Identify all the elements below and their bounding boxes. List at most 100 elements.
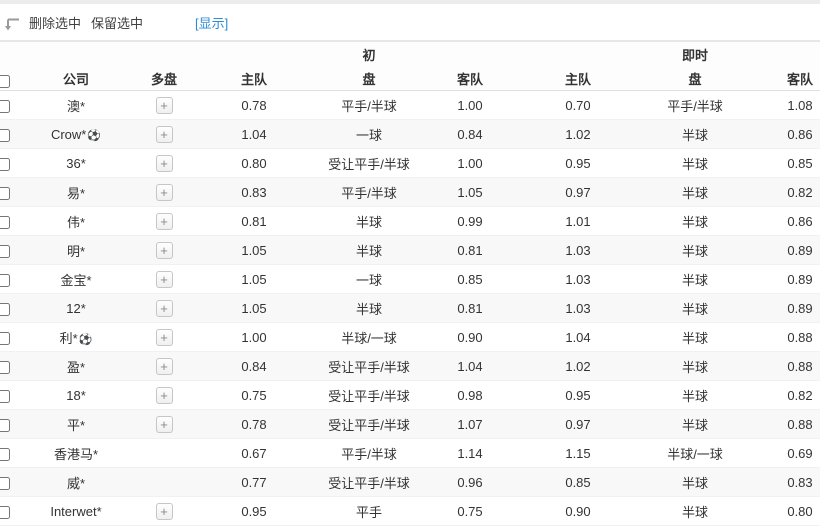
live-handicap: 半球 [640, 206, 750, 236]
add-handicap-button[interactable]: + [155, 241, 173, 259]
row-checkbox-cell [0, 119, 18, 149]
live-handicap: 半球 [640, 264, 750, 294]
table-row: 平* + 0.78 受让平手/半球 1.07 0.97 半球 0.88 [0, 409, 820, 439]
live-away-odds: 0.89 [750, 293, 820, 323]
add-handicap-button[interactable]: + [155, 502, 173, 520]
row-checkbox[interactable] [0, 273, 10, 287]
add-handicap-button[interactable]: + [155, 299, 173, 317]
live-handicap: 半球 [640, 177, 750, 207]
col-header-live-handicap: 盘 [640, 66, 750, 91]
row-checkbox[interactable] [0, 360, 10, 374]
live-home-odds: 1.01 [516, 206, 640, 236]
select-all-checkbox[interactable] [0, 75, 10, 88]
live-handicap: 半球 [640, 467, 750, 497]
row-checkbox[interactable] [0, 476, 10, 490]
init-home-odds: 1.05 [194, 264, 314, 294]
init-handicap: 受让平手/半球 [314, 467, 424, 497]
add-handicap-button[interactable]: + [155, 212, 173, 230]
row-checkbox[interactable] [0, 99, 10, 113]
live-handicap: 半球 [640, 148, 750, 178]
live-handicap: 半球 [640, 496, 750, 526]
table-row: 盈* + 0.84 受让平手/半球 1.04 1.02 半球 0.88 [0, 351, 820, 381]
row-checkbox-cell [0, 177, 18, 207]
live-away-odds: 0.88 [750, 351, 820, 381]
init-away-odds: 0.90 [424, 322, 516, 352]
row-checkbox[interactable] [0, 331, 10, 345]
company-cell: 金宝* [18, 264, 134, 294]
live-away-odds: 0.89 [750, 235, 820, 265]
table-row: 利*⚽ + 1.00 半球/一球 0.90 1.04 半球 0.88 [0, 322, 820, 352]
company-name: 明* [66, 243, 86, 259]
row-checkbox-cell [0, 380, 18, 410]
add-handicap-button[interactable]: + [155, 270, 173, 288]
company-name: 36* [66, 155, 86, 171]
company-cell: 12* [18, 293, 134, 323]
live-away-odds: 0.69 [750, 438, 820, 468]
live-away-odds: 0.86 [750, 119, 820, 149]
multi-cell: + [134, 177, 194, 207]
multi-cell: + [134, 322, 194, 352]
row-checkbox[interactable] [0, 128, 10, 142]
table-row: 明* + 1.05 半球 0.81 1.03 半球 0.89 [0, 235, 820, 265]
col-header-init-away: 客队 [424, 66, 516, 91]
multi-cell: + [134, 264, 194, 294]
row-checkbox[interactable] [0, 302, 10, 316]
init-home-odds: 0.75 [194, 380, 314, 410]
init-home-odds: 0.81 [194, 206, 314, 236]
company-cell: 伟* [18, 206, 134, 236]
table-row: 威* 0.77 受让平手/半球 0.96 0.85 半球 0.83 [0, 467, 820, 497]
live-home-odds: 1.02 [516, 351, 640, 381]
row-checkbox[interactable] [0, 447, 10, 461]
company-cell: Crow*⚽ [18, 119, 134, 149]
company-cell: 明* [18, 235, 134, 265]
company-cell: 18* [18, 380, 134, 410]
init-home-odds: 0.84 [194, 351, 314, 381]
init-handicap: 受让平手/半球 [314, 351, 424, 381]
delete-selected-button[interactable]: 删除选中 [29, 13, 81, 32]
add-handicap-button[interactable]: + [155, 154, 173, 172]
init-handicap: 平手/半球 [314, 438, 424, 468]
add-handicap-button[interactable]: + [155, 328, 173, 346]
live-handicap: 半球 [640, 409, 750, 439]
live-away-odds: 0.85 [750, 148, 820, 178]
live-away-odds: 0.86 [750, 206, 820, 236]
soccer-ball-icon: ⚽ [87, 128, 102, 142]
init-home-odds: 1.00 [194, 322, 314, 352]
company-cell: 威* [18, 467, 134, 497]
init-home-odds: 0.67 [194, 438, 314, 468]
add-handicap-button[interactable]: + [155, 386, 173, 404]
selection-toolbar: 删除选中 保留选中 [显示] [0, 4, 820, 40]
add-handicap-button[interactable]: + [155, 415, 173, 433]
row-checkbox[interactable] [0, 244, 10, 258]
company-name: 易* [66, 185, 86, 201]
add-handicap-button[interactable]: + [155, 96, 173, 114]
row-checkbox-cell [0, 293, 18, 323]
group-header-spacer [750, 42, 820, 66]
keep-selected-button[interactable]: 保留选中 [91, 13, 143, 32]
group-header-live: 即时 [640, 42, 750, 66]
row-checkbox[interactable] [0, 157, 10, 171]
col-header-live-home: 主队 [516, 66, 640, 91]
show-link[interactable]: [显示] [195, 13, 228, 32]
company-name: 18* [66, 387, 86, 403]
add-handicap-button[interactable]: + [155, 357, 173, 375]
company-cell: 平* [18, 409, 134, 439]
company-name: Interwet* [50, 503, 102, 519]
col-header-multi: 多盘 [134, 42, 194, 91]
row-checkbox-cell [0, 206, 18, 236]
init-away-odds: 1.14 [424, 438, 516, 468]
row-checkbox[interactable] [0, 389, 10, 403]
live-home-odds: 1.03 [516, 235, 640, 265]
col-header-company: 公司 [18, 42, 134, 91]
row-checkbox[interactable] [0, 505, 10, 519]
row-checkbox[interactable] [0, 418, 10, 432]
add-handicap-button[interactable]: + [155, 125, 173, 143]
add-handicap-button[interactable]: + [155, 183, 173, 201]
init-home-odds: 0.78 [194, 409, 314, 439]
init-handicap: 一球 [314, 264, 424, 294]
live-away-odds: 0.88 [750, 322, 820, 352]
row-checkbox[interactable] [0, 186, 10, 200]
table-row: 易* + 0.83 平手/半球 1.05 0.97 半球 0.82 [0, 177, 820, 207]
row-checkbox[interactable] [0, 215, 10, 229]
company-name: 金宝* [60, 272, 92, 288]
